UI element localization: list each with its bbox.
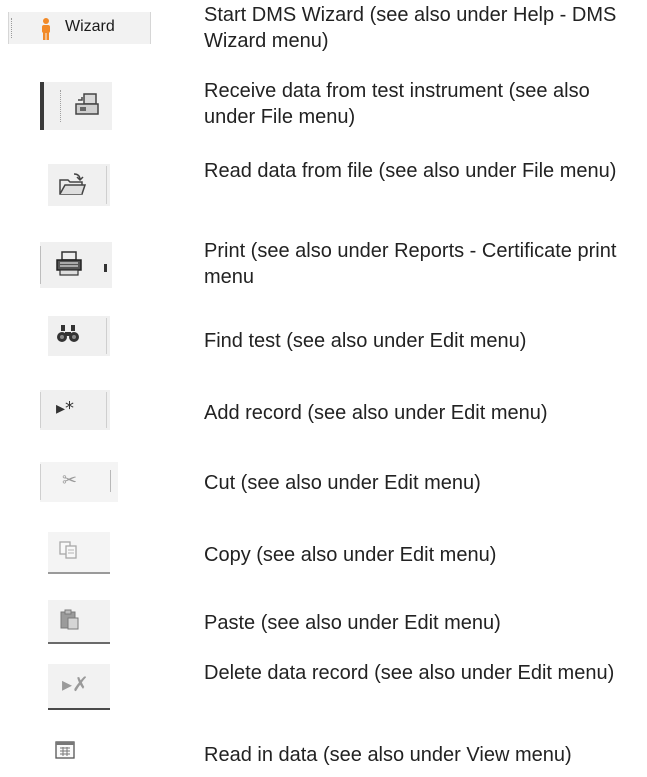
add-record-icon: ▸* [56,398,75,419]
cut-button[interactable]: ✂ [40,462,118,502]
binoculars-icon [57,325,79,342]
receive-data-icon [75,93,99,115]
paste-icon [60,609,79,630]
find-test-description: Find test (see also under Edit menu) [204,330,527,352]
read-in-data-description: Read in data (see also under View menu) [204,744,572,766]
wizard-button[interactable]: Wizard [8,12,151,44]
paste-button[interactable] [48,600,110,644]
copy-icon [59,541,77,559]
print-button[interactable] [40,242,112,288]
delete-record-description: Delete data record (see also under Edit … [204,662,615,684]
wizard-person-icon [42,18,50,40]
read-file-button[interactable] [48,164,110,206]
add-record-button[interactable]: ▸* [40,390,110,430]
read-file-description: Read data from file (see also under File… [204,160,617,182]
cut-description: Cut (see also under Edit menu) [204,472,481,494]
delete-record-icon: ▸✗ [62,672,89,696]
delete-record-button[interactable]: ▸✗ [48,664,110,710]
toolbar-grip [11,18,13,38]
printer-icon [56,251,82,276]
find-test-button[interactable] [48,316,110,356]
print-description: Print (see also under Reports - Certific… [204,240,617,288]
copy-description: Copy (see also under Edit menu) [204,544,497,566]
receive-data-description: Receive data from test instrument (see a… [204,80,590,128]
copy-button[interactable] [48,532,110,574]
wizard-button-label: Wizard [65,18,115,35]
wizard-description: Start DMS Wizard (see also under Help - … [204,4,617,52]
read-in-data-button[interactable] [48,734,88,770]
paste-description: Paste (see also under Edit menu) [204,612,501,634]
receive-data-button[interactable] [40,82,112,130]
open-folder-icon [59,173,86,195]
scissors-icon: ✂ [62,470,78,491]
add-record-description: Add record (see also under Edit menu) [204,402,548,424]
calendar-grid-icon [55,741,75,759]
